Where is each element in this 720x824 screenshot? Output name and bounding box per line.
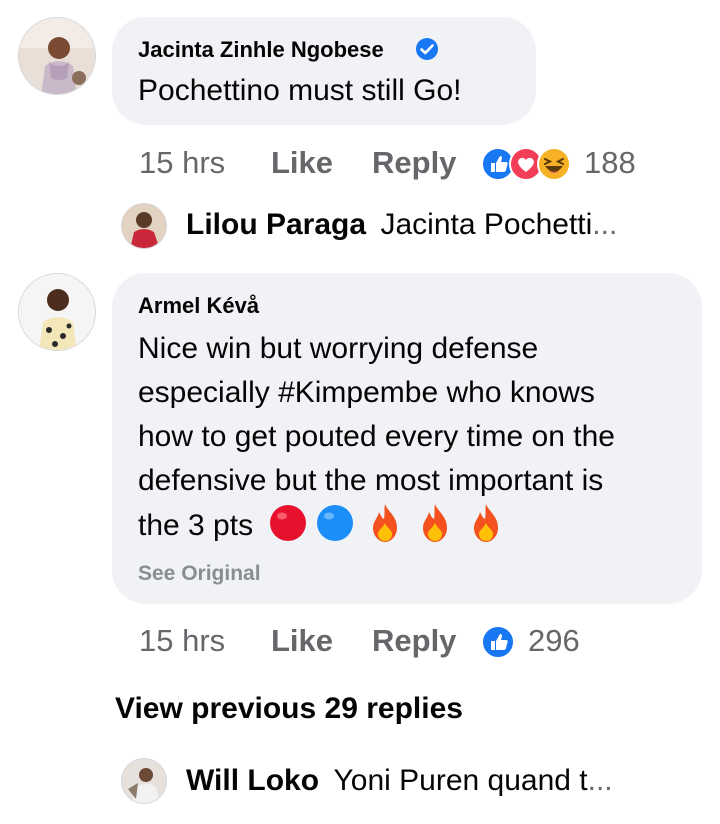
verified-badge-icon bbox=[416, 38, 438, 60]
reply-text: Yoni Puren quand t bbox=[333, 764, 588, 797]
avatar[interactable] bbox=[18, 17, 96, 95]
reply-author[interactable]: Will Loko bbox=[186, 764, 319, 797]
person-photo-icon bbox=[122, 204, 166, 248]
reply-preview[interactable]: Lilou Paraga Jacinta Pochetti... bbox=[186, 208, 617, 242]
comment-text-fragment: the 3 pts bbox=[138, 509, 254, 543]
person-photo-icon bbox=[122, 759, 166, 803]
comment-text-line: Nice win but worrying defense bbox=[138, 332, 539, 365]
reactions-summary[interactable]: 188 bbox=[480, 145, 650, 182]
comment-text-line: how to get pouted every time on the bbox=[138, 420, 615, 453]
fire-icon bbox=[473, 504, 498, 542]
comment-text: Nice win but worrying defense especially… bbox=[138, 327, 698, 548]
reply-author[interactable]: Lilou Paraga bbox=[186, 208, 366, 241]
reply-text: Jacinta Pochetti bbox=[380, 208, 593, 241]
reactions-summary[interactable]: 296 bbox=[480, 623, 600, 660]
view-previous-replies-link[interactable]: View previous 29 replies bbox=[115, 692, 463, 726]
like-button[interactable]: Like bbox=[271, 623, 333, 659]
comment-text: Pochettino must still Go! bbox=[138, 74, 462, 107]
avatar[interactable] bbox=[121, 203, 167, 249]
comment-bubble: Jacinta Zinhle Ngobese Pochettino must s… bbox=[112, 17, 536, 125]
fire-icon bbox=[373, 504, 398, 542]
like-button[interactable]: Like bbox=[271, 145, 333, 181]
avatar[interactable] bbox=[121, 758, 167, 804]
comment-author[interactable]: Armel Kévå bbox=[138, 293, 259, 319]
blue-circle-icon bbox=[316, 505, 353, 541]
comment-text-line: defensive but the most important is bbox=[138, 464, 604, 497]
see-original-link[interactable]: See Original bbox=[138, 562, 261, 586]
reply-button[interactable]: Reply bbox=[372, 623, 456, 659]
ellipsis: ... bbox=[587, 764, 613, 797]
fire-icon bbox=[423, 504, 448, 542]
red-circle-icon bbox=[270, 505, 307, 541]
comment-text-line: the 3 pts bbox=[138, 503, 698, 548]
person-photo-icon bbox=[19, 18, 95, 94]
avatar[interactable] bbox=[18, 273, 96, 351]
ellipsis: ... bbox=[592, 208, 618, 241]
reaction-count: 188 bbox=[584, 145, 636, 180]
haha-reaction-icon bbox=[537, 147, 571, 181]
comment-time[interactable]: 15 hrs bbox=[139, 623, 225, 659]
reaction-count: 296 bbox=[528, 623, 580, 658]
reply-button[interactable]: Reply bbox=[372, 145, 456, 181]
comment-author[interactable]: Jacinta Zinhle Ngobese bbox=[138, 37, 384, 63]
comment-bubble: Armel Kévå Nice win but worrying defense… bbox=[112, 273, 702, 604]
person-photo-icon bbox=[19, 274, 95, 350]
comment-text-line: especially #Kimpembe who knows bbox=[138, 376, 595, 409]
like-reaction-icon bbox=[481, 625, 515, 659]
reply-preview[interactable]: Will Loko Yoni Puren quand t... bbox=[186, 764, 613, 798]
comment-time[interactable]: 15 hrs bbox=[139, 145, 225, 181]
